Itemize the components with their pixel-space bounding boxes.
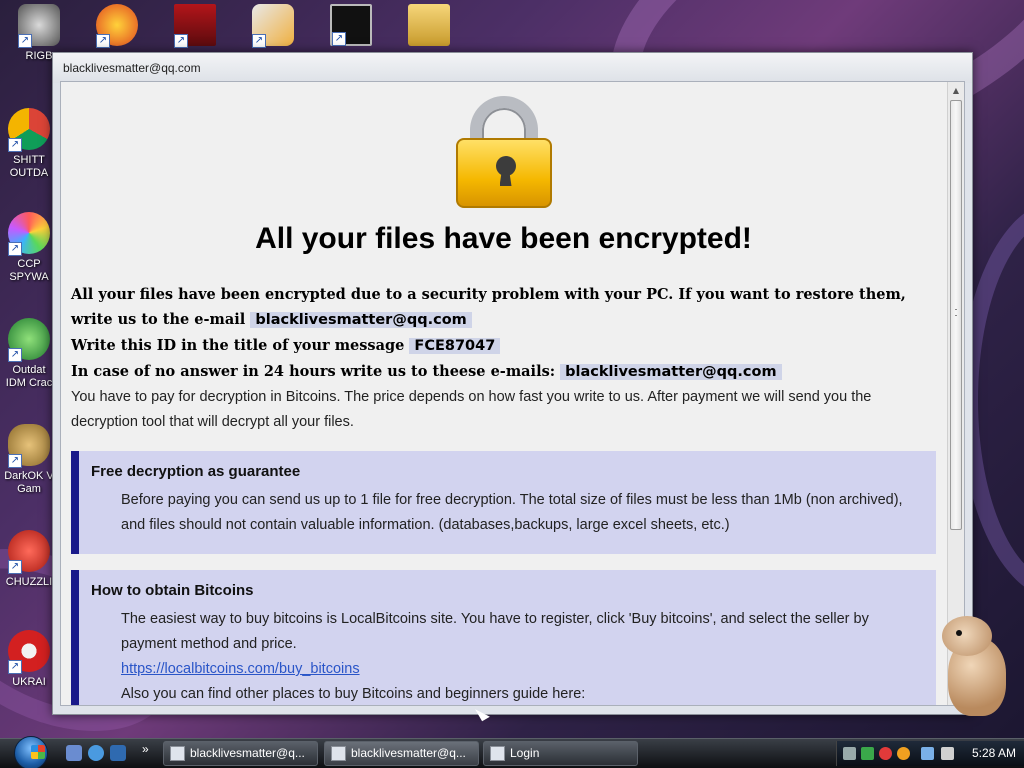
tray-icon[interactable] bbox=[843, 747, 856, 760]
desktop-icon-hxd[interactable]: ↗ bbox=[238, 4, 308, 48]
pinwheel-icon: ↗ bbox=[8, 212, 50, 256]
hamster-pet[interactable] bbox=[938, 614, 1012, 718]
instruction-line-1: All your files have been encrypted due t… bbox=[71, 286, 906, 328]
page-title: All your files have been encrypted! bbox=[255, 222, 752, 255]
radiation-icon: ↗ bbox=[8, 630, 50, 674]
quick-launch-icon[interactable] bbox=[110, 745, 126, 761]
system-tray: 5:28 AM bbox=[836, 741, 1024, 766]
desktop-icon-console[interactable]: ↗ bbox=[316, 4, 386, 46]
free-decryption-box: Free decryption as guarantee Before payi… bbox=[71, 451, 936, 554]
box-text: The easiest way to buy bitcoins is Local… bbox=[121, 611, 869, 652]
instruction-text: All your files have been encrypted due t… bbox=[71, 282, 936, 333]
volume-icon[interactable] bbox=[941, 747, 954, 760]
raccoon-icon: ↗ bbox=[18, 4, 60, 48]
scroll-thumb[interactable] bbox=[950, 100, 962, 530]
backup-contact: In case of no answer in 24 hours write u… bbox=[71, 359, 936, 385]
desktop-icon-p-app[interactable]: ↗ bbox=[82, 4, 152, 48]
tray-icon[interactable] bbox=[861, 747, 874, 760]
padlock-icon bbox=[454, 96, 554, 208]
chuzzle-icon: ↗ bbox=[8, 530, 50, 574]
money-bag-icon: ↗ bbox=[8, 424, 50, 468]
box-title: How to obtain Bitcoins bbox=[91, 582, 254, 599]
victim-id: FCE87047 bbox=[409, 338, 501, 354]
taskbar-button-label: blacklivesmatter@q... bbox=[190, 746, 305, 760]
network-icon[interactable] bbox=[921, 747, 934, 760]
flash-icon: ↗ bbox=[174, 4, 216, 48]
idm-icon: ↗ bbox=[8, 318, 50, 362]
ransom-window: blacklivesmatter@qq.com All your files h… bbox=[52, 52, 973, 715]
quick-launch-icon[interactable] bbox=[66, 745, 82, 761]
clock[interactable]: 5:28 AM bbox=[967, 741, 1021, 766]
taskbar-button-label: blacklivesmatter@q... bbox=[351, 746, 466, 760]
bitcoin-box: How to obtain Bitcoins The easiest way t… bbox=[71, 570, 936, 705]
folder-icon bbox=[408, 4, 450, 46]
start-button[interactable] bbox=[8, 736, 52, 768]
chrome-icon: ↗ bbox=[8, 108, 50, 152]
taskbar-button-label: Login bbox=[510, 746, 540, 760]
box-title: Free decryption as guarantee bbox=[91, 463, 301, 480]
hxd-icon: ↗ bbox=[252, 4, 294, 48]
window-icon bbox=[490, 746, 505, 761]
desktop-icon-folder[interactable] bbox=[394, 4, 464, 46]
vertical-scrollbar[interactable]: ▲ bbox=[947, 82, 964, 705]
backup-email: blacklivesmatter@qq.com bbox=[560, 364, 782, 380]
taskbar-button-window-2[interactable]: blacklivesmatter@q... bbox=[324, 741, 479, 766]
window-icon bbox=[170, 746, 185, 761]
instruction-line-3: In case of no answer in 24 hours write u… bbox=[71, 363, 556, 380]
window-icon bbox=[331, 746, 346, 761]
taskbar-button-login[interactable]: Login bbox=[483, 741, 638, 766]
desktop-icon-flash[interactable]: ↗ bbox=[160, 4, 230, 48]
box-text: Before paying you can send us up to 1 fi… bbox=[121, 492, 903, 533]
instruction-line-2: Write this ID in the title of your messa… bbox=[71, 337, 405, 354]
windows-orb-icon bbox=[14, 736, 48, 768]
payment-text: You have to pay for decryption in Bitcoi… bbox=[71, 389, 872, 430]
p-app-icon: ↗ bbox=[96, 4, 138, 48]
message-content: All your files have been encrypted! All … bbox=[61, 82, 946, 705]
tray-icon[interactable] bbox=[879, 747, 892, 760]
window-client-area: All your files have been encrypted! All … bbox=[60, 81, 965, 706]
window-title: blacklivesmatter@qq.com bbox=[53, 53, 972, 83]
id-instruction: Write this ID in the title of your messa… bbox=[71, 333, 936, 359]
scroll-up-button[interactable]: ▲ bbox=[948, 82, 964, 99]
quick-launch-icon[interactable] bbox=[88, 745, 104, 761]
tray-icon[interactable] bbox=[897, 747, 910, 760]
box-text: Also you can find other places to buy Bi… bbox=[121, 686, 586, 702]
localbitcoins-link[interactable]: https://localbitcoins.com/buy_bitcoins bbox=[121, 661, 360, 677]
console-icon: ↗ bbox=[330, 4, 372, 46]
contact-email: blacklivesmatter@qq.com bbox=[250, 312, 472, 328]
quick-launch-overflow[interactable]: » bbox=[142, 742, 149, 756]
taskbar-button-window-1[interactable]: blacklivesmatter@q... bbox=[163, 741, 318, 766]
